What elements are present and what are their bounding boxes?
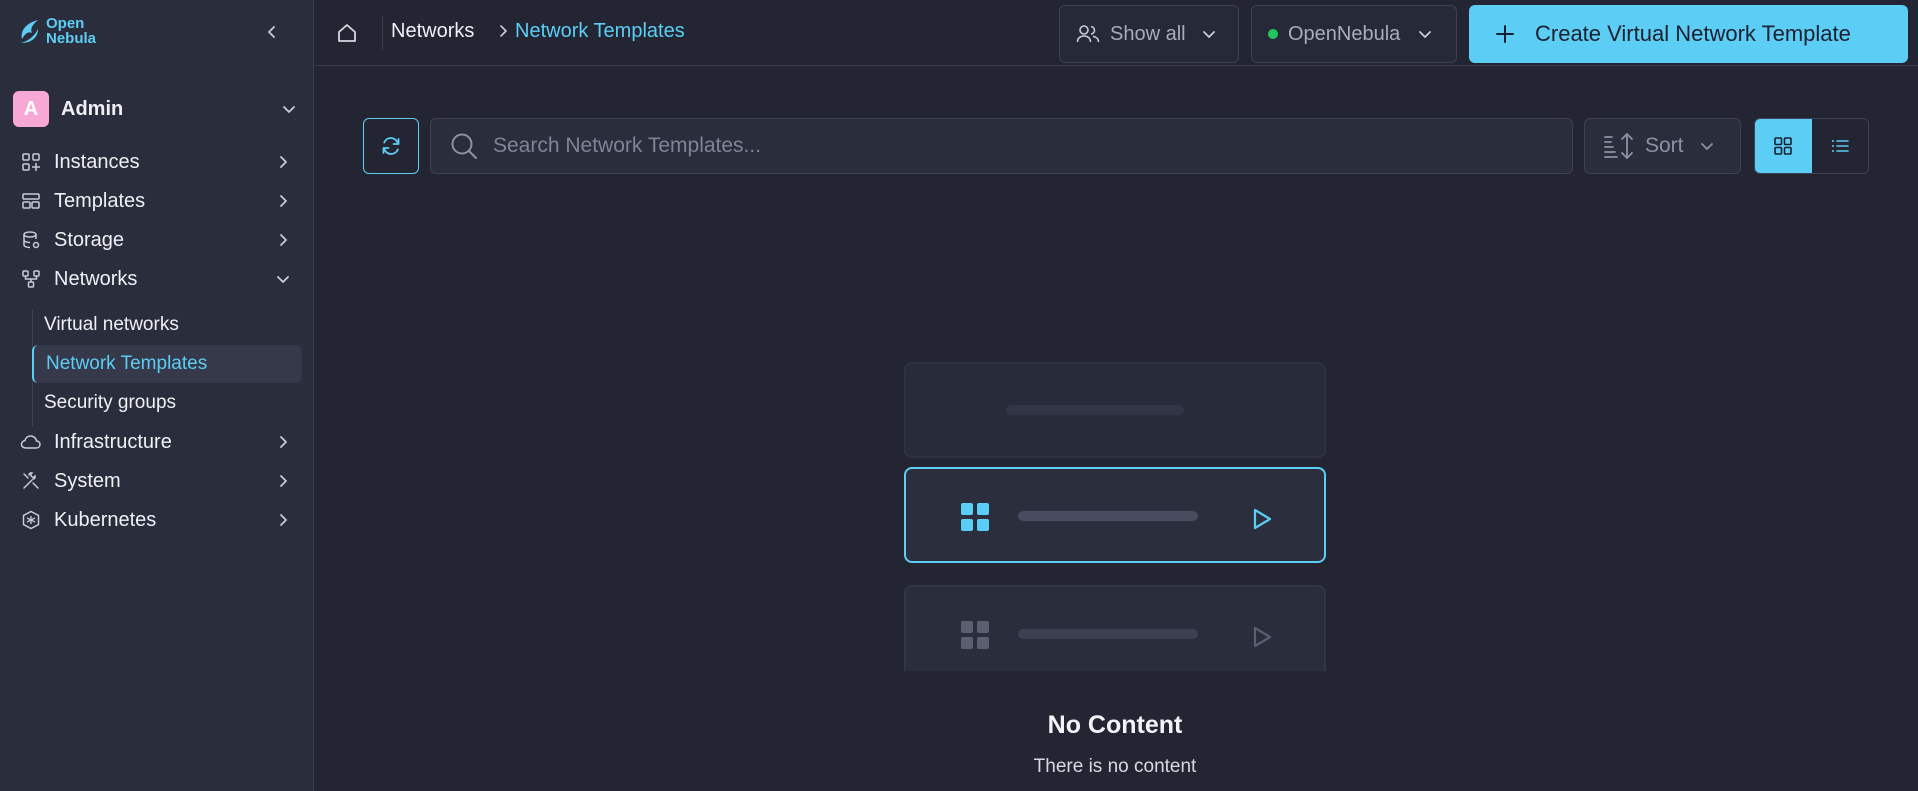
placeholder-card-highlighted bbox=[904, 467, 1326, 563]
sidebar: Open Nebula A Admin Instances Templates … bbox=[0, 0, 314, 791]
opennebula-logo[interactable]: Open Nebula bbox=[18, 16, 96, 46]
sidebar-item-label: Virtual networks bbox=[44, 314, 179, 335]
chevron-down-icon bbox=[283, 106, 295, 113]
search-input[interactable] bbox=[493, 134, 1572, 158]
show-all-label: Show all bbox=[1110, 22, 1186, 45]
plus-icon bbox=[1496, 25, 1514, 43]
sidebar-item-label: Instances bbox=[54, 150, 140, 173]
placeholder-card-faded bbox=[904, 585, 1326, 671]
sidebar-item-templates[interactable]: Templates bbox=[20, 184, 292, 218]
empty-state-subtitle: There is no content bbox=[1033, 756, 1197, 777]
instances-icon bbox=[20, 151, 42, 173]
empty-state-title: No Content bbox=[1047, 711, 1183, 739]
sidebar-item-infrastructure[interactable]: Infrastructure bbox=[20, 425, 292, 459]
zone-selector[interactable]: OpenNebula bbox=[1251, 5, 1457, 63]
kubernetes-icon bbox=[20, 509, 42, 531]
grid-icon bbox=[1774, 137, 1793, 155]
refresh-icon bbox=[382, 137, 400, 155]
create-virtual-network-template-button[interactable]: Create Virtual Network Template bbox=[1469, 5, 1908, 63]
breadcrumb-networks[interactable]: Networks bbox=[391, 20, 474, 43]
chevron-right-icon bbox=[280, 475, 287, 487]
cloud-icon bbox=[20, 431, 42, 453]
sidebar-item-storage[interactable]: Storage bbox=[20, 223, 292, 257]
list-icon bbox=[1831, 140, 1849, 152]
apps-grid-icon bbox=[961, 621, 989, 649]
show-all-filter-button[interactable]: Show all bbox=[1059, 5, 1239, 63]
breadcrumb-current: Network Templates bbox=[515, 20, 685, 42]
zone-label: OpenNebula bbox=[1288, 22, 1401, 45]
chevron-right-icon bbox=[280, 156, 287, 168]
users-icon bbox=[1076, 25, 1100, 43]
divider bbox=[382, 16, 383, 50]
chevron-right-icon bbox=[280, 436, 287, 448]
sidebar-item-label: Infrastructure bbox=[54, 430, 172, 453]
sidebar-item-virtual-networks[interactable]: Virtual networks bbox=[32, 306, 302, 344]
topbar: Networks Network Templates Show all Open… bbox=[315, 0, 1918, 66]
templates-icon bbox=[20, 190, 42, 212]
sidebar-item-label: Network Templates bbox=[46, 353, 208, 374]
chevron-right-icon bbox=[280, 514, 287, 526]
chevron-right-icon bbox=[280, 195, 287, 207]
status-dot bbox=[1268, 29, 1278, 39]
sidebar-item-label: System bbox=[54, 469, 121, 492]
sidebar-item-label: Kubernetes bbox=[54, 508, 157, 531]
search-box bbox=[430, 118, 1573, 174]
sort-button[interactable]: Sort bbox=[1584, 118, 1741, 174]
user-menu[interactable]: A Admin bbox=[13, 90, 298, 128]
sidebar-item-security-groups[interactable]: Security groups bbox=[32, 384, 302, 422]
placeholder-card bbox=[904, 362, 1326, 458]
home-icon[interactable] bbox=[335, 21, 359, 45]
create-button-label: Create Virtual Network Template bbox=[1535, 21, 1851, 46]
sidebar-item-label: Storage bbox=[54, 228, 125, 251]
sidebar-item-system[interactable]: System bbox=[20, 464, 292, 498]
placeholder-bar bbox=[1018, 511, 1198, 521]
placeholder-bar bbox=[1006, 405, 1184, 415]
chevron-down-icon bbox=[1202, 31, 1215, 38]
tools-icon bbox=[20, 470, 42, 492]
sidebar-item-instances[interactable]: Instances bbox=[20, 145, 292, 179]
refresh-button[interactable] bbox=[363, 118, 419, 174]
apps-grid-icon bbox=[961, 503, 989, 531]
sidebar-item-kubernetes[interactable]: Kubernetes bbox=[20, 503, 292, 537]
play-icon bbox=[1253, 508, 1272, 530]
database-icon bbox=[20, 229, 42, 251]
play-icon bbox=[1253, 626, 1272, 648]
grid-view-button[interactable] bbox=[1755, 119, 1812, 173]
chevron-down-icon bbox=[277, 276, 289, 283]
logo-text-line2: Nebula bbox=[46, 30, 97, 47]
opennebula-logo-icon bbox=[21, 20, 38, 43]
placeholder-bar bbox=[1018, 629, 1198, 639]
sort-label: Sort bbox=[1645, 134, 1684, 157]
chevron-right-icon bbox=[280, 234, 287, 246]
collapse-sidebar-chevron-left-icon[interactable] bbox=[262, 22, 282, 42]
sort-icon bbox=[1604, 133, 1633, 159]
logo-text-line1: Open bbox=[46, 15, 85, 32]
sidebar-item-network-templates[interactable]: Network Templates bbox=[32, 345, 302, 383]
user-name: Admin bbox=[61, 97, 124, 120]
chevron-right-icon bbox=[500, 25, 507, 37]
sidebar-item-label: Security groups bbox=[44, 392, 177, 413]
sidebar-item-label: Templates bbox=[54, 189, 146, 212]
search-icon bbox=[451, 133, 477, 159]
avatar: A bbox=[13, 91, 49, 127]
network-icon bbox=[20, 268, 42, 290]
chevron-down-icon bbox=[1419, 31, 1432, 38]
sidebar-item-label: Networks bbox=[54, 267, 138, 290]
view-mode-toggle bbox=[1754, 118, 1869, 174]
chevron-down-icon bbox=[1700, 143, 1713, 150]
list-view-button[interactable] bbox=[1812, 119, 1869, 173]
sidebar-item-networks[interactable]: Networks bbox=[20, 262, 292, 296]
